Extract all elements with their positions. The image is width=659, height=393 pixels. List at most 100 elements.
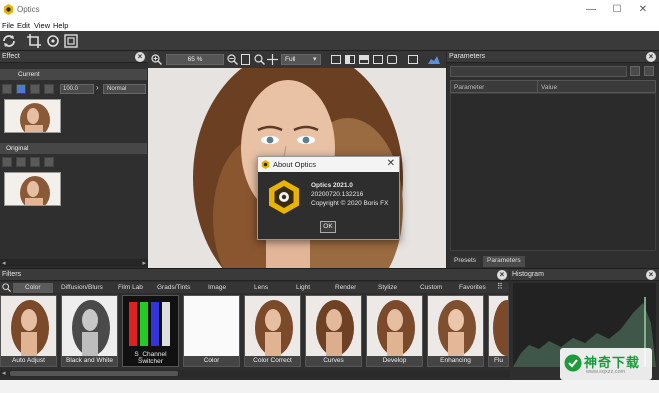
filter-tile[interactable]: Color <box>183 295 240 367</box>
category-stylize[interactable]: Stylize <box>378 284 397 291</box>
original-thumbnail[interactable] <box>4 172 61 206</box>
menu-edit[interactable]: Edit <box>17 21 30 30</box>
fit-icon[interactable] <box>241 54 250 65</box>
category-diffusion-blurs[interactable]: Diffusion/Blurs <box>61 284 103 291</box>
parameters-panel: Parameters × Parameter Value Presets Par… <box>447 51 659 268</box>
effect-panel-scrollbar[interactable]: ◂ ▸ <box>0 259 148 267</box>
parameter-reset-icon[interactable] <box>644 66 654 76</box>
about-dialog: About Optics ✕ Optics 2021.0 20200720.13… <box>257 156 400 240</box>
param-col-parameter: Parameter <box>454 84 485 91</box>
opacity-field[interactable]: 100.0 <box>60 84 94 94</box>
bottom-strip <box>0 380 659 393</box>
histogram-toggle-icon[interactable] <box>428 55 440 64</box>
blend-mode-select[interactable]: Normal <box>103 84 146 94</box>
close-button[interactable]: ✕ <box>633 3 653 17</box>
category-color[interactable]: Color <box>13 283 53 293</box>
overlay-icon[interactable] <box>408 55 418 64</box>
filter-tile-label: Enhancing <box>440 357 471 364</box>
category-film-lab[interactable]: Film Lab <box>118 284 143 291</box>
filter-tile[interactable]: S_Channel Switcher <box>122 295 179 367</box>
scroll-thumb[interactable] <box>10 371 178 376</box>
maximize-button[interactable]: ☐ <box>607 3 627 17</box>
category-favorites[interactable]: Favorites <box>459 284 486 291</box>
split-view-icon[interactable] <box>331 55 341 64</box>
chevron-right-icon[interactable]: › <box>96 83 99 92</box>
zoom-in-icon[interactable] <box>151 54 162 65</box>
tab-parameters[interactable]: Parameters <box>483 256 525 267</box>
category-light[interactable]: Light <box>296 284 310 291</box>
fit-frame-icon[interactable] <box>63 33 79 49</box>
parameter-search-input[interactable] <box>450 66 627 77</box>
layer-mask-icon[interactable] <box>30 84 40 94</box>
parameter-save-icon[interactable] <box>630 66 640 76</box>
original-mask-icon[interactable] <box>30 157 40 167</box>
filter-tile[interactable]: Enhancing <box>427 295 484 367</box>
scroll-left-icon[interactable]: ◂ <box>2 369 6 377</box>
current-header: Current <box>0 69 147 80</box>
category-custom[interactable]: Custom <box>420 284 442 291</box>
horizontal-split-icon[interactable] <box>359 55 369 64</box>
category-image[interactable]: Image <box>208 284 226 291</box>
transform-icon[interactable] <box>45 33 61 49</box>
tab-presets[interactable]: Presets <box>450 256 481 267</box>
ok-button[interactable]: OK <box>320 221 336 233</box>
grid-view-icon[interactable]: ⠿ <box>497 282 503 291</box>
histogram-header: Histogram × <box>510 269 659 281</box>
filters-panel: Filters × Color Diffusion/Blurs Film Lab… <box>0 268 509 380</box>
layer-add-icon[interactable] <box>2 84 12 94</box>
original-add-icon[interactable] <box>2 157 12 167</box>
category-grads-tints[interactable]: Grads/Tints <box>157 284 190 291</box>
pan-icon[interactable] <box>267 54 278 65</box>
filter-category-tabs: Color Diffusion/Blurs Film Lab Grads/Tin… <box>0 282 509 293</box>
original-delete-icon[interactable] <box>44 157 54 167</box>
about-dialog-titlebar: About Optics ✕ <box>258 157 399 172</box>
menu-help[interactable]: Help <box>53 21 68 30</box>
original-label: Original <box>6 145 29 152</box>
filters-scrollbar[interactable]: ◂ <box>0 370 509 378</box>
filter-tile[interactable]: Flu <box>488 295 509 367</box>
effect-panel-title: Effect <box>2 53 20 60</box>
window-title: Optics <box>17 5 40 14</box>
layer-delete-icon[interactable] <box>44 84 54 94</box>
layer-visible-icon[interactable] <box>16 84 26 94</box>
refresh-icon[interactable] <box>1 33 17 49</box>
main-toolbar <box>0 31 659 51</box>
histogram-close-icon[interactable]: × <box>646 270 656 280</box>
filter-search-icon[interactable] <box>2 283 11 292</box>
scroll-left-icon[interactable]: ◂ <box>2 259 6 267</box>
watermark-url: www.sqxzz.com <box>586 369 626 375</box>
filter-tile[interactable]: Curves <box>305 295 362 367</box>
compare-view-icon[interactable] <box>345 55 355 64</box>
scroll-right-icon[interactable]: ▸ <box>142 259 146 267</box>
category-render[interactable]: Render <box>335 284 356 291</box>
parameters-close-icon[interactable]: × <box>646 52 656 62</box>
filter-tile-label: Black and White <box>66 357 113 364</box>
original-view-icon[interactable] <box>16 157 26 167</box>
optics-large-logo-icon <box>269 180 299 214</box>
current-thumbnail[interactable] <box>4 99 61 133</box>
menu-file[interactable]: File <box>2 21 14 30</box>
menu-view[interactable]: View <box>34 21 50 30</box>
crop-icon[interactable] <box>26 33 42 49</box>
filter-tile[interactable]: Develop <box>366 295 423 367</box>
filter-tile[interactable]: Color Correct <box>244 295 301 367</box>
minimize-button[interactable]: — <box>581 3 601 17</box>
filter-tile-label: Flu <box>493 357 504 364</box>
single-view-icon[interactable] <box>373 55 383 64</box>
filter-tile-label: Color <box>203 357 220 364</box>
about-dialog-close-icon[interactable]: ✕ <box>387 158 395 169</box>
menu-bar: File Edit View Help <box>0 20 659 31</box>
zoom-out-icon[interactable] <box>227 54 238 65</box>
filter-tile[interactable]: Black and White <box>61 295 118 367</box>
chevron-down-icon[interactable]: ▾ <box>313 55 317 63</box>
category-lens[interactable]: Lens <box>254 284 268 291</box>
title-bar: Optics — ☐ ✕ <box>0 0 659 20</box>
site-watermark: 神奇下载 www.sqxzz.com <box>560 348 652 380</box>
filter-tile[interactable]: Auto Adjust <box>0 295 57 367</box>
zoom-level-field[interactable]: 65 % <box>166 54 224 65</box>
watermark-logo-icon <box>564 354 582 372</box>
effect-panel-close-icon[interactable]: × <box>135 52 145 62</box>
search-icon[interactable] <box>254 54 265 65</box>
filters-close-icon[interactable]: × <box>497 270 507 280</box>
snapshot-icon[interactable] <box>387 55 397 64</box>
